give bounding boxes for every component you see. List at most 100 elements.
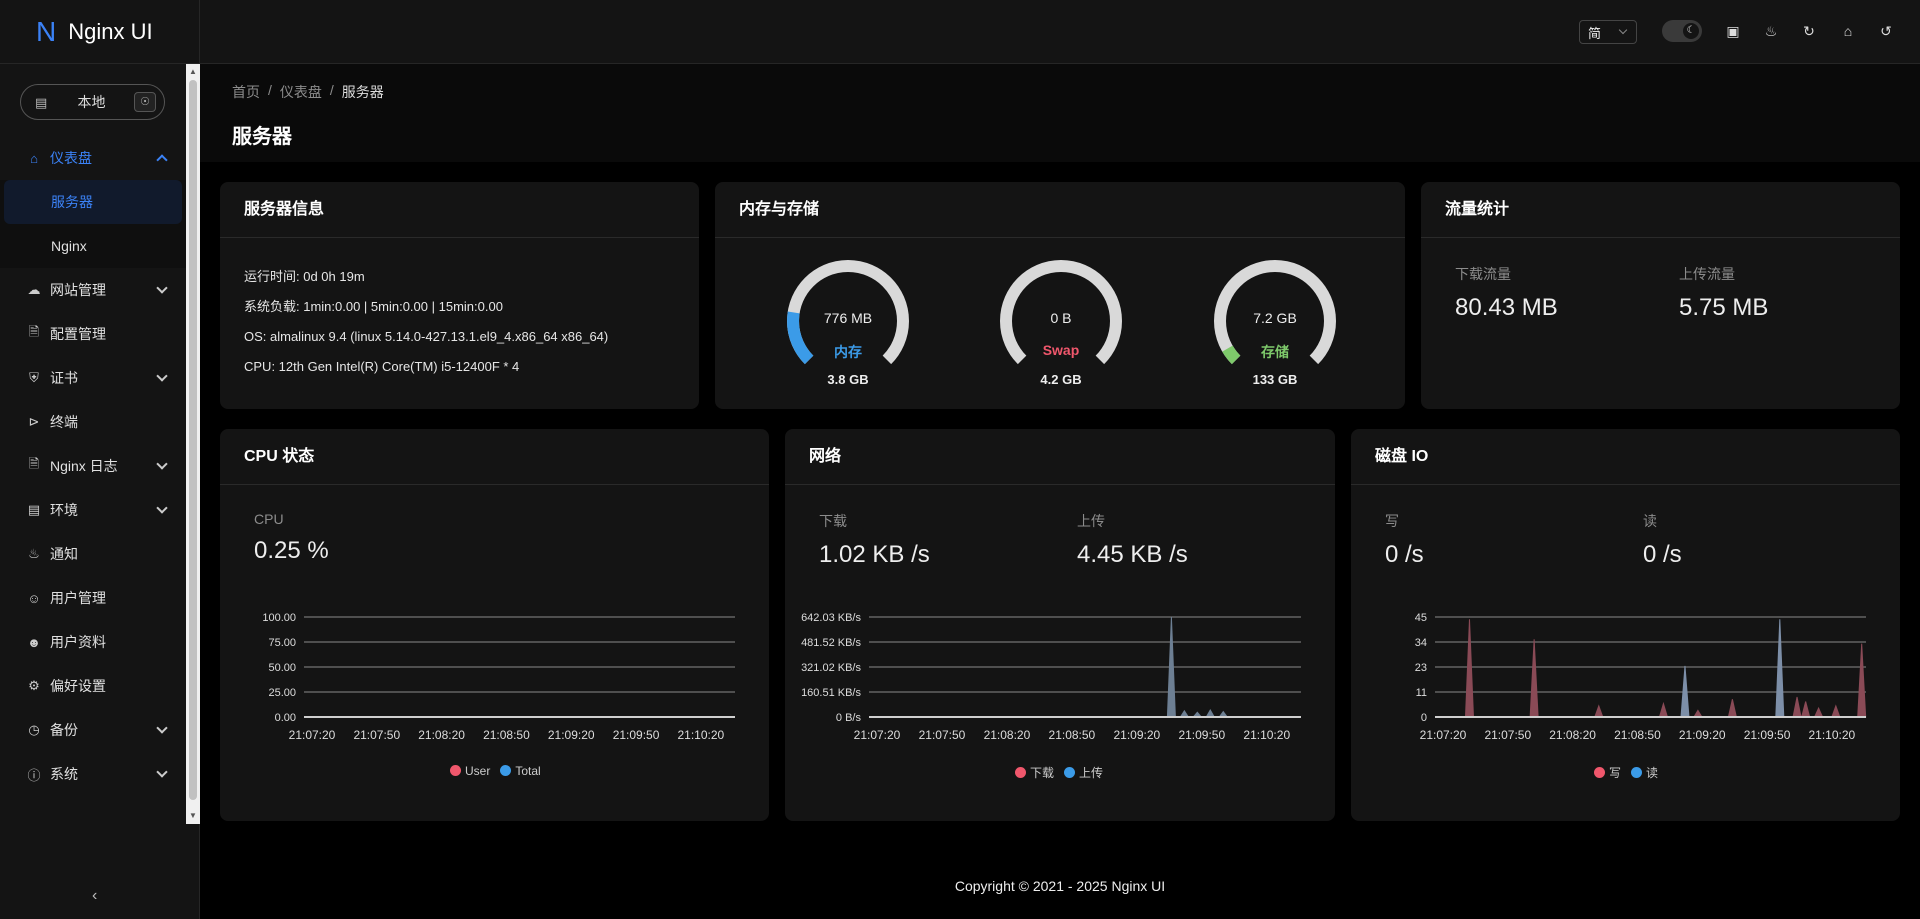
data-spike xyxy=(1775,619,1785,718)
sidebar-item-profile[interactable]: ☻ 用户资料 xyxy=(0,620,186,664)
sidebar-item-preference[interactable]: ⚙ 偏好设置 xyxy=(0,664,186,708)
home-icon[interactable]: ⌂ xyxy=(1837,20,1859,42)
sidebar-item-config[interactable]: 🗎 配置管理 xyxy=(0,312,186,356)
sidebar-item-notification[interactable]: ♨ 通知 xyxy=(0,532,186,576)
breadcrumb-dashboard[interactable]: 仪表盘 xyxy=(280,82,322,102)
x-tick-label: 21:09:20 xyxy=(1113,728,1160,742)
legend-label: 上传 xyxy=(1079,766,1104,780)
gauge-total: 133 GB xyxy=(1252,372,1298,387)
sidebar-item-system[interactable]: ⓘ 系统 xyxy=(0,752,186,796)
gauge-label: 存储 xyxy=(1261,344,1289,360)
scroll-down-icon[interactable]: ▼ xyxy=(189,812,197,820)
data-spike xyxy=(1792,696,1802,718)
card-title: 流量统计 xyxy=(1421,182,1900,238)
sidebar-item-label: 仪表盘 xyxy=(50,150,92,166)
x-tick-label: 21:10:20 xyxy=(678,728,725,742)
y-tick-label: 25.00 xyxy=(268,687,296,699)
sidebar-scrollbar[interactable]: ▲ ▼ xyxy=(186,64,200,824)
sidebar-item-terminal[interactable]: ⊳ 终端 xyxy=(0,400,186,444)
scrollbar-thumb[interactable] xyxy=(189,80,197,800)
data-spike xyxy=(1813,706,1824,718)
sidebar-item-label: 用户资料 xyxy=(50,634,106,650)
data-spike xyxy=(1205,708,1216,718)
card-title: 磁盘 IO xyxy=(1351,429,1900,485)
legend-item[interactable]: User xyxy=(450,764,490,778)
stat-value: 0 /s xyxy=(1643,541,1682,568)
traffic-card: 流量统计 下载流量 80.43 MB 上传流量 5.75 MB xyxy=(1421,182,1900,409)
chevron-down-icon xyxy=(156,458,168,470)
legend-item[interactable]: Total xyxy=(500,764,541,778)
chevron-down-icon xyxy=(156,766,168,778)
sidebar-item-server[interactable]: 服务器 xyxy=(4,180,182,224)
theme-toggle[interactable]: ☾ xyxy=(1662,20,1702,42)
os-text: OS: almalinux 9.4 (linux 5.14.0-427.13.1… xyxy=(244,329,609,344)
language-select[interactable]: 简 xyxy=(1579,20,1637,44)
shield-icon: ⛨ xyxy=(29,370,39,385)
reload-icon[interactable]: ↻ xyxy=(1798,20,1820,42)
scroll-up-icon[interactable]: ▲ xyxy=(189,68,197,76)
network-card: 网络 下载 1.02 KB /s 上传 4.45 KB /s 642.03 KB… xyxy=(785,429,1335,821)
breadcrumb-home[interactable]: 首页 xyxy=(232,82,260,102)
sidebar-item-dashboard[interactable]: ⌂ 仪表盘 xyxy=(0,136,186,180)
page-title: 服务器 xyxy=(232,126,292,148)
chevron-up-icon xyxy=(156,154,168,166)
storage-gauge: 7.2 GB 存储 133 GB xyxy=(1210,256,1340,387)
gauge-total: 4.2 GB xyxy=(1040,372,1082,387)
legend-item[interactable]: 下载 xyxy=(1015,764,1054,781)
disk-write-stat: 写 0 /s xyxy=(1385,511,1424,569)
sidebar-item-label: 偏好设置 xyxy=(50,678,106,694)
network-download-stat: 下载 1.02 KB /s xyxy=(819,511,930,569)
sidebar-item-users[interactable]: ☺ 用户管理 xyxy=(0,576,186,620)
legend-item[interactable]: 写 xyxy=(1594,764,1621,781)
x-tick-label: 21:07:20 xyxy=(289,728,336,742)
network-legend: 下载 上传 xyxy=(1015,764,1103,781)
sidebar-item-cert[interactable]: ⛨ 证书 xyxy=(0,356,186,400)
database-icon: ▤ xyxy=(35,95,48,110)
gauge-value: 7.2 GB xyxy=(1253,310,1297,326)
data-spike xyxy=(1529,639,1539,718)
sidebar-item-environment[interactable]: ▤ 环境 xyxy=(0,488,186,532)
sidebar-item-label: 终端 xyxy=(50,414,78,430)
upload-traffic-stat: 上传流量 5.75 MB xyxy=(1679,264,1768,322)
logout-icon[interactable]: ↺ xyxy=(1875,20,1897,42)
x-tick-label: 21:07:20 xyxy=(1420,728,1467,742)
sidebar-item-sites[interactable]: ☁ 网站管理 xyxy=(0,268,186,312)
moon-icon: ☾ xyxy=(1683,23,1699,39)
sidebar-item-label: Nginx 日志 xyxy=(50,458,118,474)
breadcrumb-current: 服务器 xyxy=(341,84,384,100)
legend-item[interactable]: 上传 xyxy=(1064,764,1103,781)
uptime-text: 运行时间: 0d 0h 19m xyxy=(244,269,365,284)
monitor-icon[interactable]: ▣ xyxy=(1722,20,1744,42)
environment-selector[interactable]: ▤ 本地 ☉ xyxy=(20,84,165,120)
environment-switch-button[interactable]: ☉ xyxy=(134,92,156,112)
sidebar-item-label: 网站管理 xyxy=(50,282,106,298)
gauge-value: 776 MB xyxy=(823,310,873,326)
sidebar-item-nginx-log[interactable]: 🗎 Nginx 日志 xyxy=(0,444,186,488)
users-icon: ☺ xyxy=(27,590,41,606)
x-tick-label: 21:09:50 xyxy=(613,728,660,742)
breadcrumb-separator: / xyxy=(329,82,334,98)
sidebar-item-nginx[interactable]: Nginx xyxy=(0,224,186,268)
data-spike xyxy=(1680,665,1690,718)
memory-gauge: 776 MB 内存 3.8 GB xyxy=(783,256,913,387)
brand[interactable]: N Nginx UI xyxy=(0,0,199,64)
nginx-logo-icon: N xyxy=(36,15,57,47)
legend-item[interactable]: 读 xyxy=(1631,764,1658,781)
sidebar-item-backup[interactable]: ◷ 备份 xyxy=(0,708,186,752)
stat-title: CPU xyxy=(254,511,284,527)
collapse-sidebar-icon[interactable]: ‹ xyxy=(92,887,97,905)
disk-io-chart: 45 34 23 11 0 21:07:20 21:07:50 21:08:20 21:08:5… xyxy=(1415,612,1867,742)
data-spike xyxy=(1857,643,1867,718)
sidebar-menu: ⌂ 仪表盘 服务器 Nginx ☁ 网站管理 🗎 配置管理 ⛨ 证书 ⊳ 终端 … xyxy=(0,136,186,796)
stat-value: 80.43 MB xyxy=(1455,294,1558,321)
y-tick-label: 11 xyxy=(1416,687,1427,699)
load-average-text: 系统负载: 1min:0.00 | 5min:0.00 | 15min:0.00 xyxy=(244,299,503,314)
stat-title: 写 xyxy=(1385,513,1399,529)
bell-icon[interactable]: ♨ xyxy=(1760,20,1782,42)
gauge-total: 3.8 GB xyxy=(827,372,869,387)
data-spike xyxy=(1727,699,1738,718)
data-spike xyxy=(1801,701,1811,718)
x-tick-label: 21:07:50 xyxy=(353,728,400,742)
chevron-down-icon xyxy=(156,502,168,514)
sidebar-item-label: 环境 xyxy=(50,502,78,518)
